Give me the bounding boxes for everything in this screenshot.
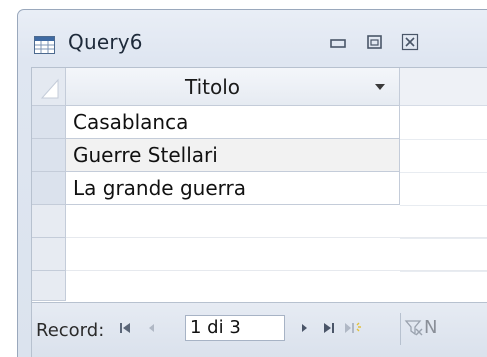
filter-label: N [424,317,438,338]
close-button[interactable] [396,28,424,56]
column-header-label: Titolo [184,75,241,99]
previous-record-button[interactable] [142,317,160,339]
corner-triangle-icon [40,78,59,99]
row-selector[interactable] [32,139,66,172]
current-record-field[interactable]: 1 di 3 [185,315,285,341]
restore-icon [367,35,382,49]
record-navigation-bar: Record: 1 di 3 N [32,302,487,357]
column-header-titolo[interactable]: Titolo [66,68,400,106]
next-record-icon [302,324,307,332]
nav-separator [400,313,401,345]
table-row[interactable]: La grande guerra [66,172,400,205]
title-bar[interactable]: Query6 [18,10,487,66]
new-record-icon [345,322,361,333]
grid-line [400,139,487,140]
header-filler [400,68,487,106]
close-icon [401,33,419,51]
new-row-selector[interactable] [32,205,66,238]
grid-line [400,271,487,272]
chevron-down-icon[interactable] [375,84,385,90]
row-selector[interactable] [32,172,66,205]
datasheet-icon [34,36,55,54]
row-selector-empty [32,238,66,271]
last-record-button[interactable] [320,317,338,339]
new-record-row[interactable] [66,205,487,238]
select-all-corner[interactable] [32,68,66,106]
new-record-button[interactable] [344,317,362,339]
datasheet-grid: Titolo Casablanca Guerre Stellari La gra… [31,67,487,357]
row-selector[interactable] [32,106,66,139]
no-filter-icon [404,320,423,336]
previous-record-icon [149,324,154,332]
query-window: Query6 Titolo Casablanca Guerre Stellari… [17,9,487,357]
row-selector-empty [32,271,66,301]
window-title: Query6 [68,30,143,54]
grid-line [400,172,487,173]
restore-button[interactable] [361,28,389,56]
record-label: Record: [36,320,105,341]
first-record-icon [120,323,130,333]
table-row[interactable]: Casablanca [66,106,400,139]
first-record-button[interactable] [116,317,134,339]
filter-indicator[interactable]: N [404,317,487,341]
empty-row [66,238,487,271]
table-row[interactable]: Guerre Stellari [66,139,400,172]
minimize-button[interactable] [324,28,352,56]
next-record-button[interactable] [296,317,314,339]
last-record-icon [324,323,334,333]
minimize-icon [330,39,346,48]
